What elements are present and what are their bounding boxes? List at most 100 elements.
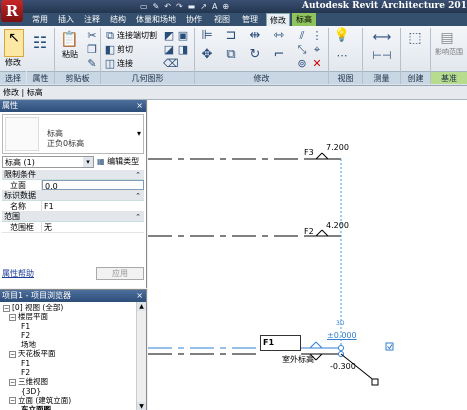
browser-tree-item[interactable]: {3D}	[0, 387, 135, 396]
paste-icon[interactable]: 📋	[60, 29, 79, 49]
dimension-icon[interactable]: ⊢⊣	[368, 50, 396, 62]
panel-clipboard[interactable]: 剪贴板	[55, 71, 100, 84]
tab-massing-site[interactable]: 体量和场地	[132, 13, 180, 26]
split-face-icon[interactable]: ◩	[163, 30, 175, 42]
trim-icon[interactable]: ⌐	[270, 48, 288, 61]
chevron-down-icon[interactable]: ▾	[137, 129, 141, 138]
browser-tree-item[interactable]: 东立面图	[0, 405, 135, 410]
browser-tree-item[interactable]: F1	[0, 359, 135, 368]
split-icon[interactable]: ⫽	[296, 30, 308, 42]
panel-properties[interactable]: 属性	[27, 71, 54, 84]
scope-box-field[interactable]: 无	[42, 222, 144, 232]
browser-tree-item[interactable]: F1	[0, 322, 135, 331]
browser-tree-item[interactable]: F2	[0, 331, 135, 340]
delete-icon[interactable]: ✕	[311, 58, 323, 70]
pin-icon[interactable]: ⌖	[311, 44, 323, 56]
browser-tree-item[interactable]: F2	[0, 368, 135, 377]
close-icon[interactable]: ×	[136, 100, 143, 112]
tab-view[interactable]: 视图	[210, 13, 234, 26]
vertical-scrollbar[interactable]: ▲ ▼	[136, 302, 146, 410]
rotate-icon[interactable]: ↻	[246, 48, 264, 61]
browser-tree-item[interactable]: − [0] 视图 (全部)	[0, 303, 135, 312]
qa-open-icon[interactable]: ▭	[140, 2, 148, 11]
propagate-extents-icon[interactable]: ▤	[437, 31, 457, 45]
panel-datum[interactable]: 基准	[431, 71, 467, 84]
drawing-canvas[interactable]: F3 7.200 F2 4.200 3D ±0.000 F1 室外标高 -0.3…	[148, 100, 467, 410]
offset-icon[interactable]: ⊐	[222, 29, 240, 42]
copy-element-icon[interactable]: ⧉	[222, 48, 240, 61]
tab-level-context[interactable]: 标高	[292, 13, 316, 26]
qa-dimension-icon[interactable]: ↗	[200, 2, 207, 11]
join-cut-label[interactable]: 连接端切割	[117, 30, 157, 41]
tab-collaborate[interactable]: 协作	[182, 13, 206, 26]
panel-view[interactable]: 视图	[329, 71, 362, 84]
group-extents[interactable]: 范围 ⌃	[2, 212, 144, 222]
tab-modify[interactable]: 修改	[266, 13, 290, 26]
outdoor-level-name[interactable]: 室外标高	[282, 355, 314, 364]
apply-button[interactable]: 应用	[96, 267, 144, 280]
elbow-grip[interactable]	[371, 378, 379, 386]
array-icon[interactable]: ⋮	[311, 30, 323, 42]
3d-extent-toggle[interactable]: 3D	[336, 319, 344, 328]
close-icon[interactable]: ×	[136, 290, 143, 302]
qa-save-icon[interactable]: ✎	[153, 2, 160, 11]
outdoor-level-elevation[interactable]: -0.300	[330, 362, 356, 371]
match-properties-icon[interactable]: ✎	[86, 58, 98, 70]
elevation-field[interactable]: 0.0	[42, 180, 144, 191]
expand-collapse-icon[interactable]: −	[9, 350, 16, 358]
expand-collapse-icon[interactable]: −	[3, 304, 10, 312]
measure-icon[interactable]: ⟷	[368, 31, 396, 44]
tab-home[interactable]: 常用	[28, 13, 52, 26]
browser-tree-item[interactable]: − 楼层平面	[0, 312, 135, 321]
scroll-down-icon[interactable]: ▼	[137, 402, 146, 410]
qa-text-icon[interactable]: A	[212, 2, 217, 11]
browser-tree-item[interactable]: − 三维视图	[0, 377, 135, 386]
paint-icon[interactable]: ▣	[177, 30, 189, 42]
qa-measure-icon[interactable]: ▬	[188, 2, 196, 11]
application-menu-button[interactable]: R	[1, 0, 23, 22]
collapse-icon[interactable]: ⌃	[135, 191, 141, 201]
propagate-extents-label[interactable]: 影响范围	[433, 48, 465, 57]
mirror-pick-icon[interactable]: ⇹	[246, 29, 264, 42]
edit-type-button[interactable]: ▦ 编辑类型	[97, 156, 144, 168]
level-elevation-f2[interactable]: 4.200	[326, 221, 349, 230]
unpin-icon[interactable]: ⊚	[296, 58, 308, 70]
instance-filter-dropdown[interactable]: 标高 (1) ▾	[2, 156, 94, 168]
qa-redo-icon[interactable]: ↷	[176, 2, 183, 11]
scroll-up-icon[interactable]: ▲	[137, 302, 146, 311]
qa-undo-icon[interactable]: ↶	[164, 2, 171, 11]
tab-insert[interactable]: 插入	[54, 13, 78, 26]
join-geometry-label[interactable]: 连接	[117, 58, 133, 69]
mirror-draw-icon[interactable]: ⇿	[270, 29, 288, 42]
group-constraints[interactable]: 限制条件 ⌃	[2, 170, 144, 180]
level-name-f3[interactable]: F3	[304, 148, 314, 157]
scale-icon[interactable]: ⤡	[296, 44, 308, 56]
name-field[interactable]: F1	[42, 201, 144, 211]
level-elevation-f1[interactable]: ±0.000	[327, 331, 357, 340]
create-group-icon[interactable]: ⬚	[405, 31, 425, 45]
panel-measure[interactable]: 测量	[363, 71, 400, 84]
tab-annotate[interactable]: 注释	[80, 13, 104, 26]
browser-tree-item[interactable]: − 天花板平面	[0, 349, 135, 358]
modify-button[interactable]: ↖	[4, 29, 24, 57]
level-elevation-f3[interactable]: 7.200	[326, 143, 349, 152]
properties-help-link[interactable]: 属性帮助	[2, 268, 34, 279]
chevron-down-icon[interactable]: ▾	[83, 157, 93, 167]
type-selector[interactable]: 标高 正负0标高 ▾	[2, 114, 144, 154]
tab-structure[interactable]: 结构	[106, 13, 130, 26]
join-cut-icon[interactable]: ⧉	[104, 30, 116, 42]
demolish-icon[interactable]: ⌫	[163, 58, 179, 70]
tab-manage[interactable]: 管理	[238, 13, 262, 26]
copy-icon[interactable]: ❐	[86, 44, 98, 56]
collapse-icon[interactable]: ⌃	[135, 212, 141, 222]
expand-collapse-icon[interactable]: −	[9, 313, 16, 321]
expand-collapse-icon[interactable]: −	[9, 397, 16, 405]
level-name-f2[interactable]: F2	[304, 227, 314, 236]
browser-tree-item[interactable]: − 立面 (建筑立面)	[0, 396, 135, 405]
qa-3d-icon[interactable]: ⊕	[222, 2, 229, 11]
expand-collapse-icon[interactable]: −	[9, 378, 16, 386]
move-icon[interactable]: ✥	[198, 48, 216, 61]
join-geometry-icon[interactable]: ◫	[104, 58, 116, 70]
hide-view-icon[interactable]: 💡	[333, 29, 351, 42]
group-identity-data[interactable]: 标识数据 ⌃	[2, 191, 144, 201]
